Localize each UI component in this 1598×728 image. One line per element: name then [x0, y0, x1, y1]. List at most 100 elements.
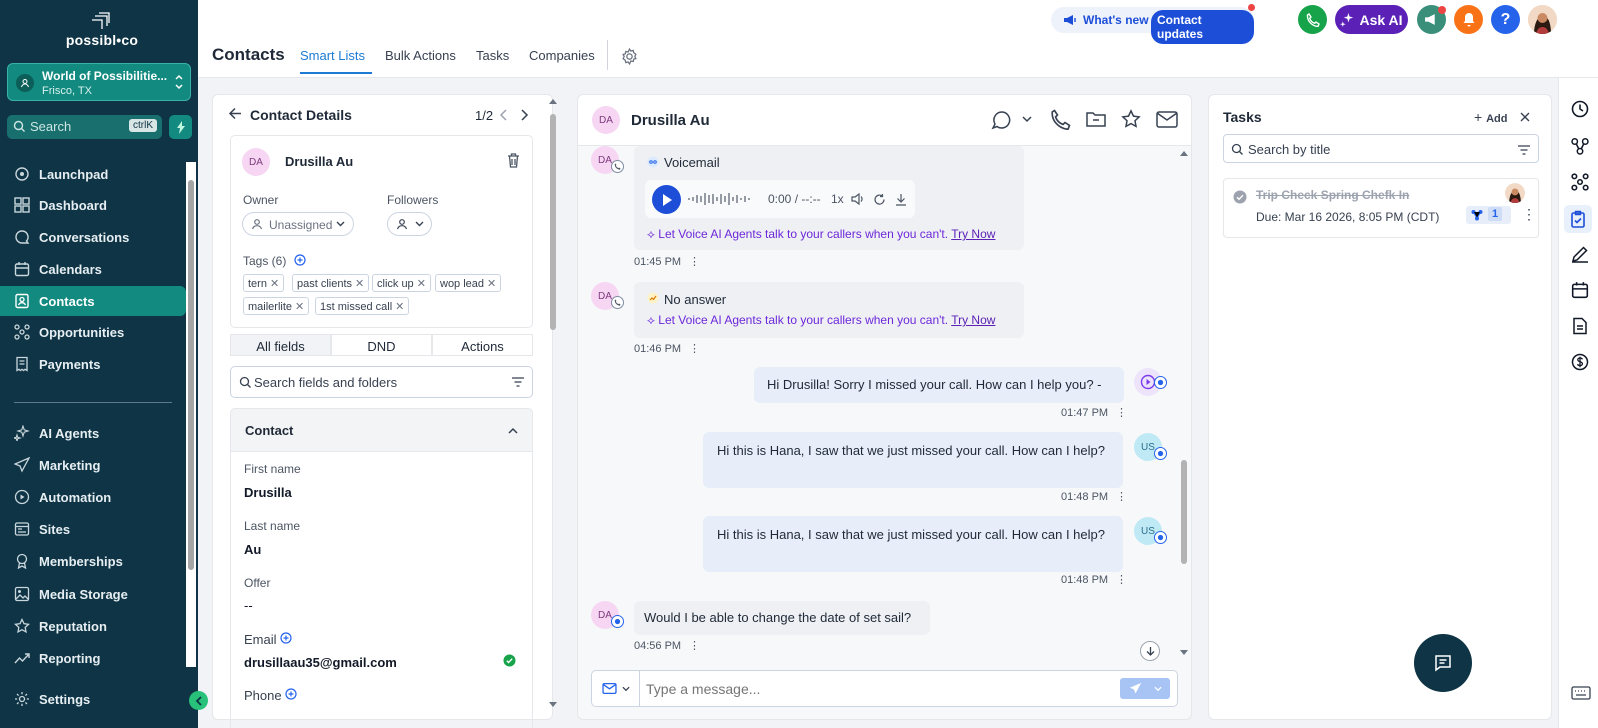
close-icon[interactable]: ✕: [295, 301, 304, 313]
field-value[interactable]: Drusilla: [244, 485, 292, 500]
scrollbar-thumb[interactable]: [188, 180, 194, 570]
tab-companies[interactable]: Companies: [529, 48, 595, 63]
details-scrollbar[interactable]: [549, 98, 557, 710]
close-icon[interactable]: ✕: [355, 278, 364, 290]
next-contact-icon[interactable]: [519, 109, 529, 121]
sidebar-item-marketing[interactable]: Marketing: [0, 450, 186, 480]
sidebar-item-conversations[interactable]: Conversations: [0, 222, 186, 252]
volume-icon[interactable]: [851, 193, 865, 205]
sidebar-item-opportunities[interactable]: Opportunities: [0, 317, 186, 347]
tab-bulk-actions[interactable]: Bulk Actions: [385, 48, 456, 63]
task-menu-icon[interactable]: ⋮: [1522, 206, 1536, 223]
tab-smart-lists[interactable]: Smart Lists: [300, 48, 365, 63]
phone-button[interactable]: [1298, 5, 1327, 34]
user-avatar[interactable]: [1528, 5, 1557, 34]
task-search-input[interactable]: Search by title: [1223, 134, 1539, 163]
add-phone-icon[interactable]: [285, 688, 297, 700]
filter-icon[interactable]: [512, 377, 524, 387]
keyboard-icon[interactable]: [1571, 686, 1591, 700]
tag-chip[interactable]: wop lead ✕: [435, 274, 502, 292]
close-icon[interactable]: ✕: [417, 278, 426, 290]
chat-widget-button[interactable]: [1414, 634, 1472, 692]
star-icon[interactable]: [1121, 109, 1141, 129]
download-icon[interactable]: [895, 193, 907, 206]
check-circle-icon[interactable]: [1233, 190, 1247, 204]
tag-chip[interactable]: past clients ✕: [292, 274, 370, 292]
filter-icon[interactable]: [1518, 145, 1530, 155]
document-icon[interactable]: [1571, 317, 1589, 335]
sidebar-item-ai-agents[interactable]: AI Agents: [0, 418, 186, 448]
task-card[interactable]: Trip Check Spring Chefk In Due: Mar 16 2…: [1223, 178, 1539, 238]
location-switcher[interactable]: World of Possibilitie... Frisco, TX: [7, 63, 191, 101]
tag-chip[interactable]: click up ✕: [372, 274, 431, 292]
scroll-down-icon[interactable]: [549, 702, 557, 708]
collapse-sidebar-button[interactable]: [189, 691, 208, 710]
workflow-icon[interactable]: [1571, 137, 1589, 155]
contact-updates-badge[interactable]: Contact updates: [1151, 10, 1254, 44]
segment-actions[interactable]: Actions: [432, 334, 533, 356]
help-button[interactable]: ?: [1491, 5, 1520, 34]
message-menu-icon[interactable]: ⋮: [689, 342, 700, 355]
scrollbar-thumb[interactable]: [550, 114, 556, 330]
followers-select[interactable]: [387, 212, 432, 236]
whats-new-banner[interactable]: What's new Contact updates: [1051, 4, 1255, 44]
back-arrow-icon[interactable]: [228, 106, 243, 121]
close-icon[interactable]: ✕: [270, 278, 279, 290]
calendar-icon[interactable]: [1571, 281, 1589, 299]
message-input[interactable]: [646, 678, 1106, 700]
tag-chip[interactable]: tern ✕: [243, 274, 285, 292]
scroll-down-icon[interactable]: [1180, 650, 1188, 656]
field-value[interactable]: --: [244, 598, 253, 613]
ask-ai-button[interactable]: Ask AI: [1335, 5, 1408, 34]
quick-action-button[interactable]: [169, 115, 192, 139]
scrollbar-thumb[interactable]: [1181, 460, 1187, 564]
owner-select[interactable]: Unassigned: [242, 212, 354, 236]
add-tag-icon[interactable]: [294, 254, 306, 266]
audio-speed[interactable]: 1x: [831, 192, 844, 206]
segment-dnd[interactable]: DND: [331, 334, 432, 356]
opportunities-icon[interactable]: [1571, 173, 1589, 191]
tab-settings-button[interactable]: [621, 48, 638, 65]
sidebar-item-launchpad[interactable]: Launchpad: [0, 159, 186, 189]
close-icon[interactable]: ✕: [487, 278, 496, 290]
scroll-to-bottom-button[interactable]: [1140, 641, 1160, 661]
message-menu-icon[interactable]: ⋮: [1116, 490, 1127, 503]
tab-tasks[interactable]: Tasks: [476, 48, 509, 63]
sidebar-item-automation[interactable]: Automation: [0, 482, 186, 512]
message-menu-icon[interactable]: ⋮: [689, 255, 700, 268]
play-button[interactable]: [652, 185, 681, 214]
prev-contact-icon[interactable]: [499, 109, 509, 121]
segment-all-fields[interactable]: All fields: [230, 334, 331, 356]
folder-icon[interactable]: [1086, 110, 1106, 128]
rail-tasks-active[interactable]: [1564, 205, 1592, 233]
sidebar-item-sites[interactable]: Sites: [0, 514, 186, 544]
announcements-button[interactable]: [1417, 5, 1446, 34]
chat-bubble-icon[interactable]: [991, 109, 1013, 131]
add-task-button[interactable]: + Add: [1474, 109, 1507, 125]
close-icon[interactable]: [1520, 112, 1530, 122]
notifications-button[interactable]: [1454, 5, 1483, 34]
sidebar-item-contacts[interactable]: Contacts: [0, 286, 186, 316]
sidebar-search[interactable]: Search ctrlK: [7, 115, 162, 139]
sidebar-item-payments[interactable]: Payments: [0, 349, 186, 379]
field-value[interactable]: Au: [244, 542, 261, 557]
message-menu-icon[interactable]: ⋮: [1116, 573, 1127, 586]
contact-section-header[interactable]: Contact: [230, 408, 533, 452]
tag-chip[interactable]: mailerlite ✕: [243, 297, 310, 315]
dollar-icon[interactable]: [1571, 353, 1589, 371]
task-association-badge[interactable]: 1: [1466, 206, 1511, 224]
email-value[interactable]: drusillaau35@gmail.com: [244, 655, 397, 670]
sidebar-item-reporting[interactable]: Reporting: [0, 643, 186, 673]
pen-icon[interactable]: [1571, 245, 1589, 263]
close-icon[interactable]: ✕: [395, 301, 404, 313]
message-menu-icon[interactable]: ⋮: [1116, 406, 1127, 419]
message-menu-icon[interactable]: ⋮: [689, 639, 700, 652]
scroll-up-icon[interactable]: [549, 98, 557, 104]
conversation-scrollbar[interactable]: [1180, 150, 1188, 658]
sidebar-item-reputation[interactable]: Reputation: [0, 611, 186, 641]
add-email-icon[interactable]: [280, 632, 292, 644]
chevron-down-icon[interactable]: [1022, 116, 1032, 123]
sidebar-scrollbar[interactable]: [186, 162, 196, 667]
sidebar-item-dashboard[interactable]: Dashboard: [0, 190, 186, 220]
send-button[interactable]: [1120, 678, 1170, 699]
